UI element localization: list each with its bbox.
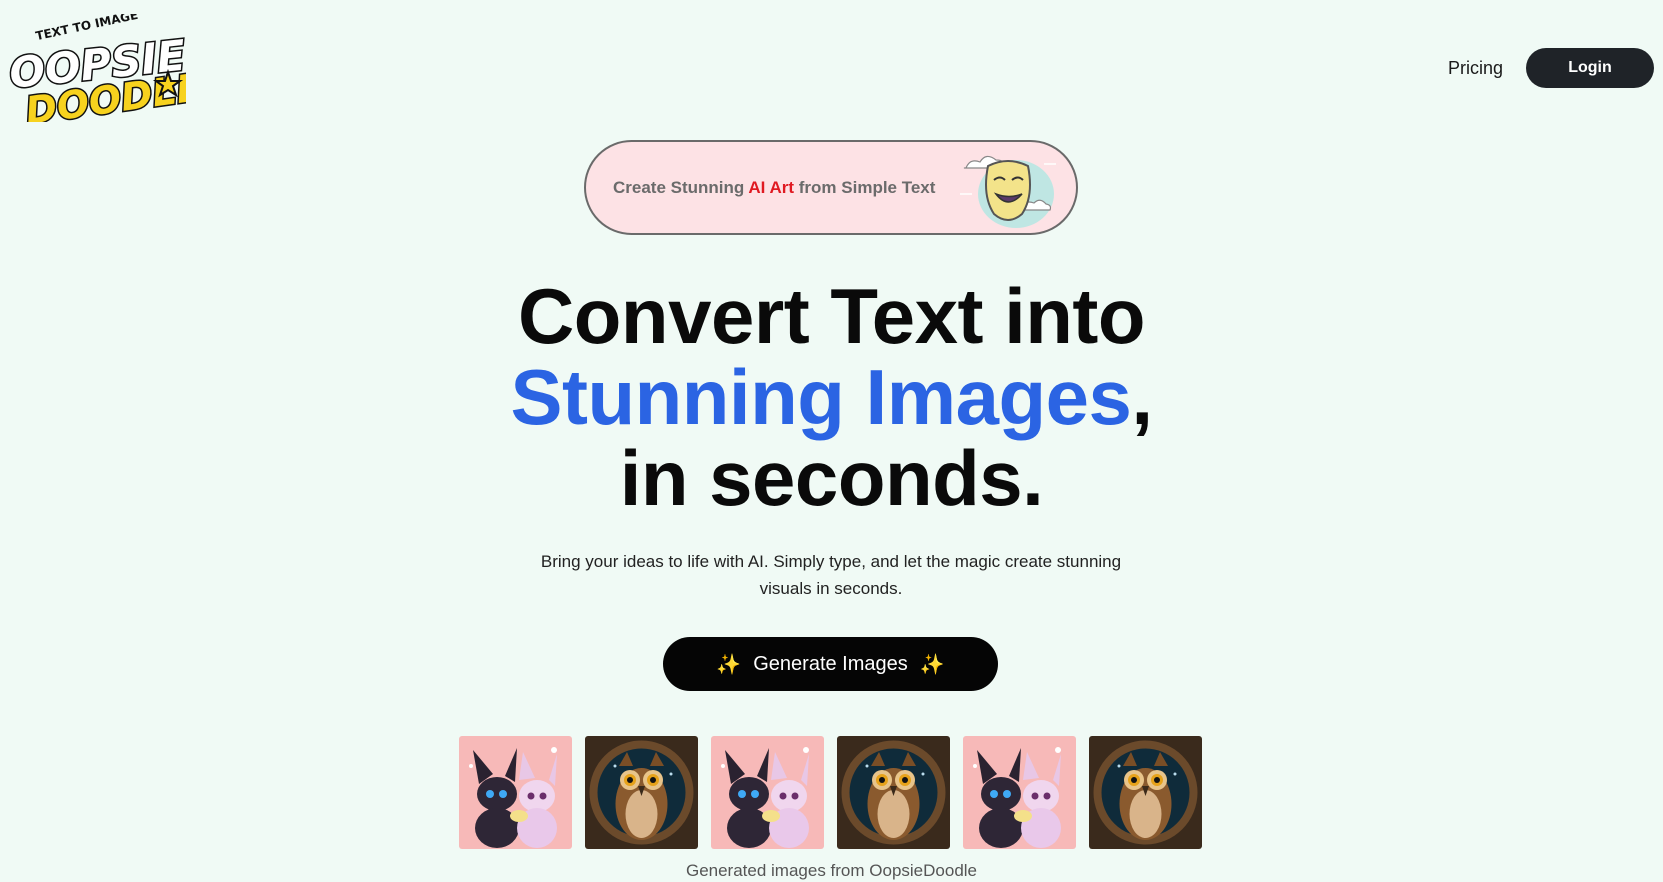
hero-line-2-suffix: , (1131, 353, 1153, 441)
generate-images-button[interactable]: ✨ Generate Images ✨ (663, 637, 998, 691)
gallery-image-eevee-pair[interactable] (711, 736, 824, 849)
smiling-mask-icon (958, 144, 1058, 232)
gallery-image-eevee-pair[interactable] (963, 736, 1076, 849)
hero-heading: Convert Text into Stunning Images, in se… (0, 276, 1663, 519)
announcement-text-after: from Simple Text (794, 177, 936, 197)
logo[interactable]: TEXT TO IMAGE OOPSIE DOODLE (5, 8, 206, 135)
sparkles-icon: ✨ (716, 653, 742, 676)
generated-images-gallery (459, 736, 1203, 849)
sparkles-icon: ✨ (919, 653, 945, 676)
generate-images-label: Generate Images (753, 652, 908, 675)
hero-line-1: Convert Text into (517, 272, 1146, 360)
announcement-text: Create Stunning AI Art from Simple Text (613, 178, 935, 198)
nav-pricing-link[interactable]: Pricing (1448, 58, 1503, 79)
gallery-image-owl[interactable] (585, 736, 698, 849)
hero-subtitle: Bring your ideas to life with AI. Simply… (540, 552, 1122, 598)
gallery-caption: Generated images from OopsieDoodle (685, 861, 978, 880)
gallery-image-eevee-pair[interactable] (459, 736, 572, 849)
login-button[interactable]: Login (1526, 48, 1654, 88)
announcement-pill: Create Stunning AI Art from Simple Text (584, 140, 1078, 235)
gallery-image-owl[interactable] (837, 736, 950, 849)
announcement-text-before: Create Stunning (613, 177, 749, 197)
announcement-text-accent: AI Art (748, 177, 795, 197)
gallery-image-owl[interactable] (1089, 736, 1202, 849)
oopsie-doodle-logo-icon: TEXT TO IMAGE OOPSIE DOODLE (5, 8, 206, 135)
hero-highlight: Stunning Images (510, 353, 1132, 441)
hero-line-3: in seconds. (619, 434, 1044, 522)
